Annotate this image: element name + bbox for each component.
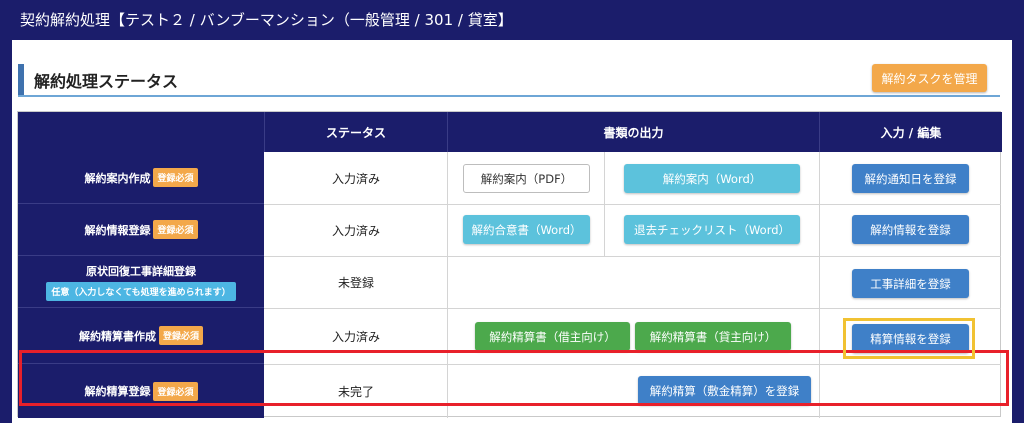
header-input-edit: 入力 / 編集 [820, 112, 1002, 152]
section-header: 解約処理ステータス [18, 64, 1000, 97]
table-row-name: 解約情報登録 登録必須 [18, 204, 264, 256]
header-blank [18, 112, 264, 152]
section-accent-bar [18, 64, 24, 95]
row-status: 入力済み [331, 223, 380, 238]
row-label: 解約精算登録 [84, 385, 151, 398]
header-documents: 書類の出力 [448, 112, 819, 152]
required-badge: 登録必須 [153, 381, 198, 401]
register-notice-date-button[interactable]: 解約通知日を登録 [852, 164, 969, 193]
manage-tasks-button[interactable]: 解約タスクを管理 [872, 64, 987, 92]
register-settlement-info-button[interactable]: 精算情報を登録 [852, 324, 969, 353]
window-title: 契約解約処理【テスト２ / バンブーマンション（一般管理 / 301 / 貸室】 [0, 0, 1024, 40]
row-label: 原状回復工事詳細登録 [86, 264, 196, 278]
register-construction-button[interactable]: 工事詳細を登録 [852, 269, 969, 298]
row-status: 入力済み [331, 171, 380, 186]
row-status: 入力済み [331, 329, 380, 344]
checklist-word-button[interactable]: 退去チェックリスト（Word） [624, 215, 800, 244]
header-divider [264, 112, 265, 152]
row-status: 未完了 [337, 384, 374, 399]
required-badge: 登録必須 [153, 220, 198, 239]
column-divider [447, 152, 448, 418]
guide-pdf-button[interactable]: 解約案内（PDF） [463, 164, 590, 193]
settlement-landlord-button[interactable]: 解約精算書（貸主向け） [635, 322, 791, 351]
table-row-name: 解約精算書作成 登録必須 [18, 308, 264, 364]
optional-badge: 任意（入力しなくても処理を進められます） [46, 281, 236, 301]
header-status: ステータス [265, 112, 447, 152]
header-divider [447, 112, 448, 152]
register-deposit-settlement-button[interactable]: 解約精算（敷金精算）を登録 [638, 376, 811, 405]
table-row-name: 解約案内作成 登録必須 [18, 152, 264, 204]
agreement-word-button[interactable]: 解約合意書（Word） [463, 215, 590, 244]
row-label: 解約精算書作成 [78, 329, 156, 343]
header-divider [819, 112, 820, 152]
table-row-name: 原状回復工事詳細登録 任意（入力しなくても処理を進められます） [18, 256, 264, 308]
row-label: 解約案内作成 [84, 171, 151, 185]
section-title: 解約処理ステータス [34, 72, 179, 91]
required-badge: 登録必須 [153, 168, 198, 187]
required-badge: 登録必須 [158, 326, 203, 345]
settlement-tenant-button[interactable]: 解約精算書（借主向け） [475, 322, 630, 351]
status-table: ステータス 書類の出力 入力 / 編集 解約案内作成 登録必須 入力済み 解約案… [17, 111, 1002, 418]
guide-word-button[interactable]: 解約案内（Word） [624, 164, 800, 193]
row-status: 未登録 [337, 275, 374, 290]
row-label: 解約情報登録 [84, 223, 151, 237]
column-divider [819, 152, 820, 418]
register-termination-info-button[interactable]: 解約情報を登録 [852, 215, 969, 244]
table-row-name: 解約精算登録 登録必須 [18, 364, 264, 418]
main-panel: 解約処理ステータス 解約タスクを管理 ステータス 書類の出力 入力 / 編集 解… [12, 40, 1012, 423]
